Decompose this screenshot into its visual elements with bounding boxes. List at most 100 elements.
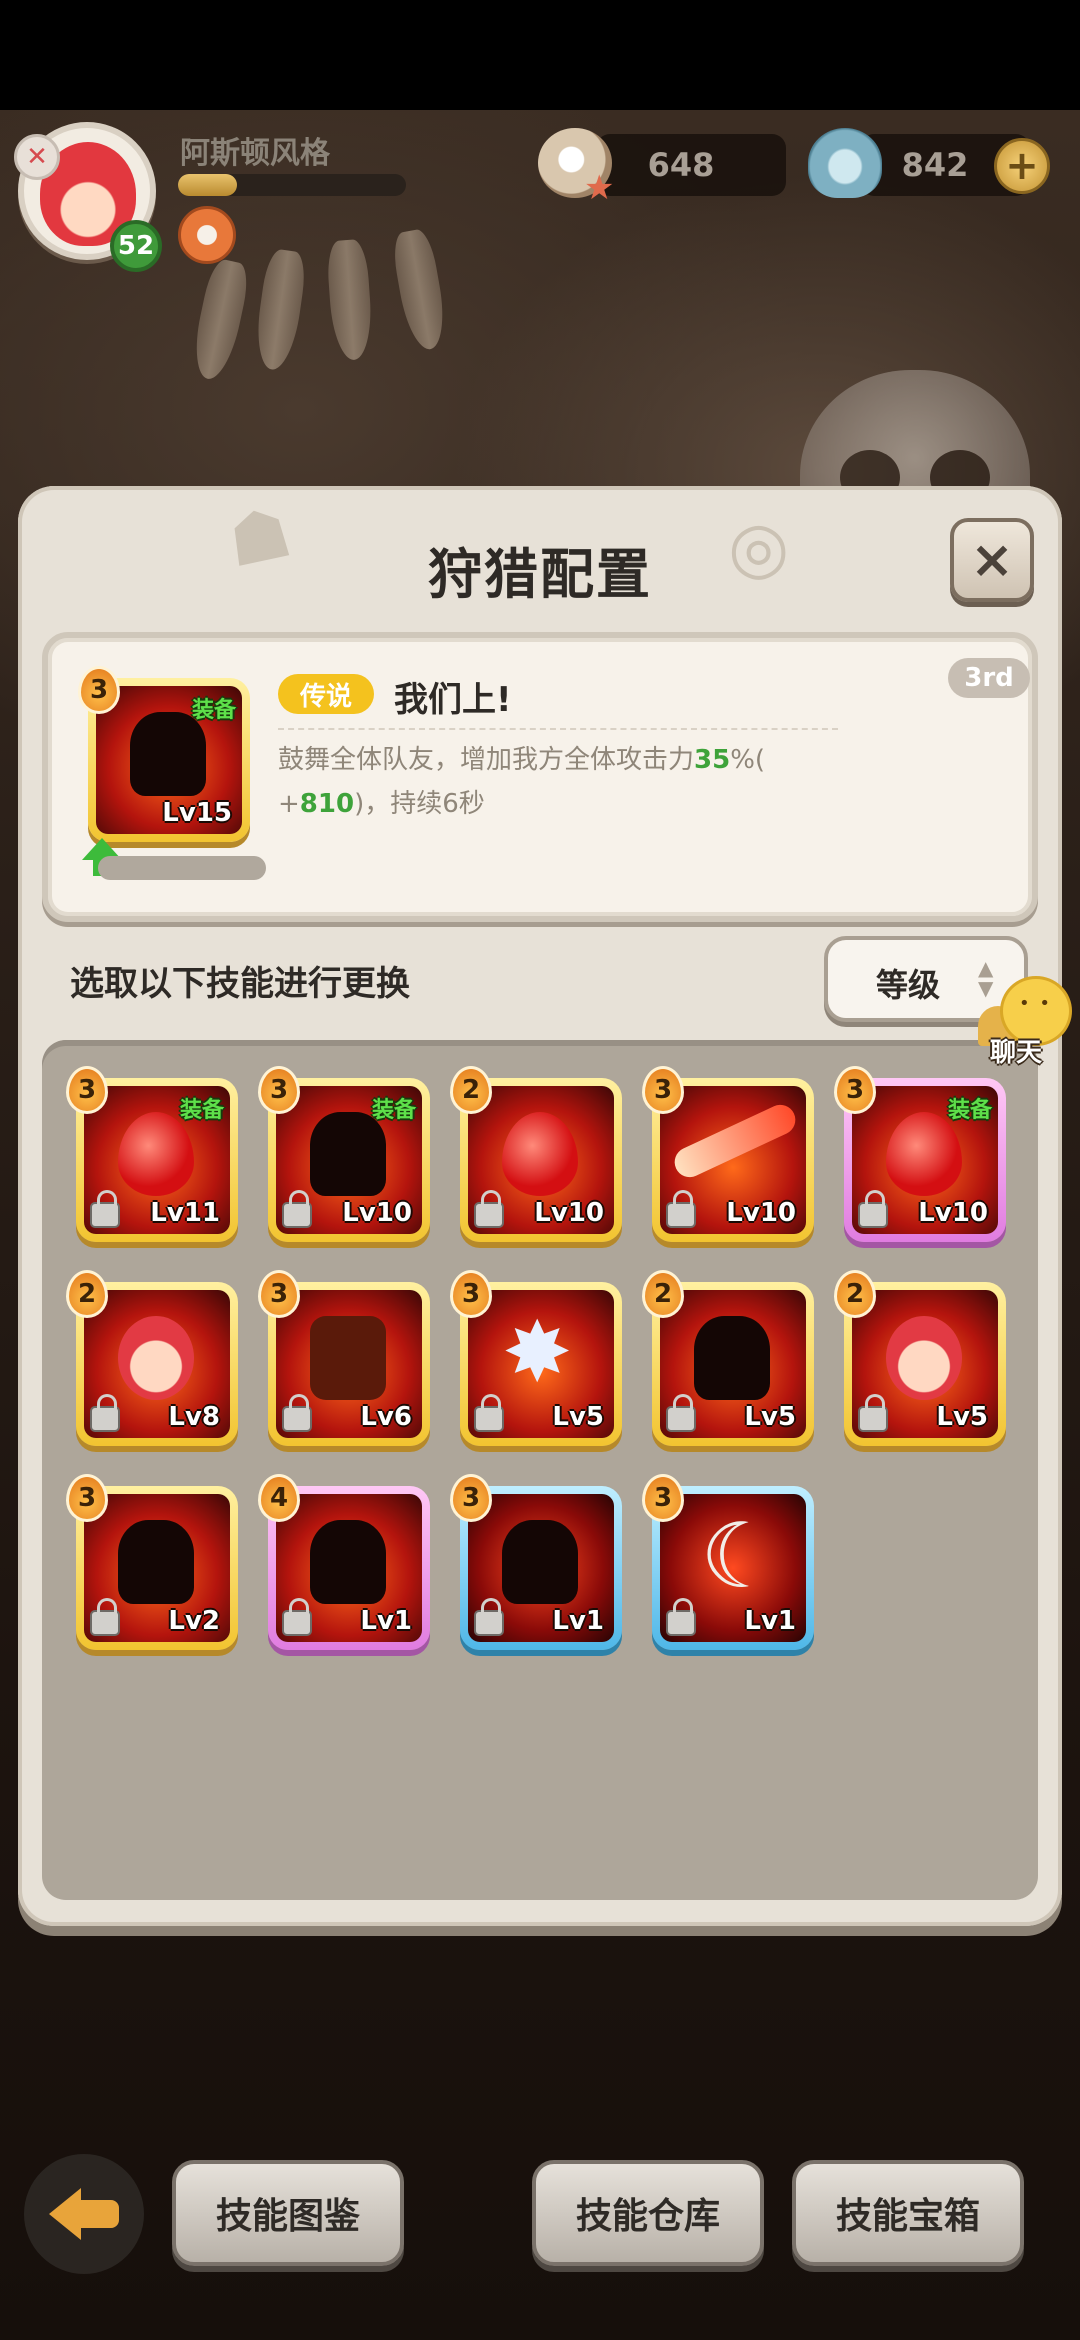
skill-tile[interactable]: Lv10 2: [450, 1066, 622, 1242]
back-arrow-icon: [49, 2188, 119, 2240]
settings-gear-icon[interactable]: [178, 206, 236, 264]
skill-art: Lv6: [276, 1290, 422, 1438]
skill-tile[interactable]: Lv5 3: [450, 1270, 622, 1446]
skill-art-drop: [886, 1112, 962, 1196]
xp-bar-fill: [178, 174, 238, 196]
lock-icon: [666, 1190, 696, 1228]
skill-art: 装备 Lv10: [852, 1086, 998, 1234]
skill-art-blade: [694, 1512, 781, 1604]
cost-badge: 3: [642, 1474, 684, 1522]
skill-level: Lv15: [162, 798, 232, 828]
section-heading: 选取以下技能进行更换: [70, 964, 410, 1004]
faction-badge-icon: ✕: [14, 134, 60, 180]
skill-storage-button[interactable]: 技能仓库: [532, 2160, 764, 2266]
skill-tile[interactable]: Lv1 3: [450, 1474, 622, 1650]
bone-decoration: [389, 227, 451, 353]
skill-tile[interactable]: Lv10 3: [642, 1066, 814, 1242]
lock-icon: [666, 1598, 696, 1636]
skill-tile[interactable]: Lv5 2: [834, 1270, 1006, 1446]
skill-art: Lv1: [660, 1494, 806, 1642]
skill-art-figure: [694, 1316, 770, 1400]
bone-decoration: [187, 257, 253, 383]
skill-art: Lv5: [852, 1290, 998, 1438]
lock-icon: [282, 1598, 312, 1636]
skill-name: 我们上!: [394, 680, 512, 720]
status-bar: [0, 0, 1080, 110]
skill-tile[interactable]: 装备 Lv11 3: [66, 1066, 238, 1242]
skill-level: Lv8: [168, 1402, 220, 1432]
skill-level: Lv10: [726, 1198, 796, 1228]
cost-badge: 3: [642, 1066, 684, 1114]
skill-art-star: [502, 1310, 578, 1400]
skill-art-slash: [669, 1099, 801, 1183]
upgrade-progress-bar: [98, 856, 266, 880]
skill-level: Lv5: [552, 1402, 604, 1432]
chat-label: 聊天: [990, 1038, 1043, 1068]
skill-tile[interactable]: Lv2 3: [66, 1474, 238, 1650]
xp-bar: [178, 174, 406, 196]
desc-text: )，持续6秒: [354, 789, 485, 820]
lock-icon: [474, 1394, 504, 1432]
lock-icon: [90, 1598, 120, 1636]
lock-icon: [90, 1394, 120, 1432]
skill-art: Lv8: [84, 1290, 230, 1438]
skill-tile[interactable]: 装备 Lv10 3: [834, 1066, 1006, 1242]
skill-tile[interactable]: Lv6 3: [258, 1270, 430, 1446]
lock-icon: [282, 1394, 312, 1432]
skill-level: Lv2: [168, 1606, 220, 1636]
skill-art-figure: [310, 1112, 386, 1196]
skill-art: Lv10: [468, 1086, 614, 1234]
cost-badge: 2: [642, 1270, 684, 1318]
cost-badge: 3: [66, 1066, 108, 1114]
lock-icon: [858, 1190, 888, 1228]
chat-button[interactable]: 聊天: [978, 976, 1074, 1072]
lock-icon: [90, 1190, 120, 1228]
current-skill-tile[interactable]: 装备 Lv15 3: [78, 666, 250, 842]
skill-level: Lv5: [744, 1402, 796, 1432]
skill-art-figure: [502, 1520, 578, 1604]
close-button[interactable]: ×: [950, 518, 1034, 602]
skill-art-drop: [502, 1112, 578, 1196]
starfish-icon: ★: [584, 168, 615, 208]
rank-tag: 3rd: [948, 658, 1030, 698]
skill-art: Lv5: [660, 1290, 806, 1438]
skill-tile[interactable]: Lv8 2: [66, 1270, 238, 1446]
cost-badge: 2: [450, 1066, 492, 1114]
cost-badge: 3: [66, 1474, 108, 1522]
skill-level: Lv11: [150, 1198, 220, 1228]
skill-art: Lv2: [84, 1494, 230, 1642]
skill-codex-button[interactable]: 技能图鉴: [172, 2160, 404, 2266]
player-name: 阿斯顿风格: [180, 136, 330, 171]
gem-amount: 842: [901, 146, 969, 184]
skill-art-drop: [118, 1112, 194, 1196]
skill-tile[interactable]: 装备 Lv10 3: [258, 1066, 430, 1242]
equipped-label: 装备: [179, 1098, 224, 1123]
skill-art: 装备 Lv10: [276, 1086, 422, 1234]
hunt-config-dialog: ☗ ◎ 狩猎配置 × 装备 Lv15 3 3rd 传说 我们上! 鼓舞全体队友，…: [18, 486, 1062, 1926]
cost-badge: 3: [78, 666, 120, 714]
lock-icon: [666, 1394, 696, 1432]
desc-text: %(: [730, 745, 766, 775]
skill-tile[interactable]: Lv1 3: [642, 1474, 814, 1650]
bone-decoration: [251, 247, 309, 373]
skill-level: Lv1: [552, 1606, 604, 1636]
skill-tile[interactable]: Lv1 4: [258, 1474, 430, 1650]
gem-icon: [808, 128, 882, 198]
desc-highlight: 35: [694, 745, 731, 775]
skill-art: Lv10: [660, 1086, 806, 1234]
divider: [278, 728, 838, 730]
skill-art: Lv5: [468, 1290, 614, 1438]
skill-art: Lv1: [276, 1494, 422, 1642]
bone-decoration: [325, 238, 375, 362]
skill-chest-button[interactable]: 技能宝箱: [792, 2160, 1024, 2266]
skill-tile-frame: 装备 Lv15 3: [78, 666, 250, 842]
skill-tile[interactable]: Lv5 2: [642, 1270, 814, 1446]
lock-icon: [858, 1394, 888, 1432]
skill-level: Lv6: [360, 1402, 412, 1432]
dialog-title: 狩猎配置: [428, 543, 652, 606]
desc-highlight: 810: [299, 789, 355, 820]
skill-art-figure: [130, 712, 206, 796]
add-currency-button[interactable]: +: [994, 138, 1050, 194]
back-button[interactable]: [24, 2154, 144, 2274]
skill-art-face: [886, 1316, 962, 1400]
